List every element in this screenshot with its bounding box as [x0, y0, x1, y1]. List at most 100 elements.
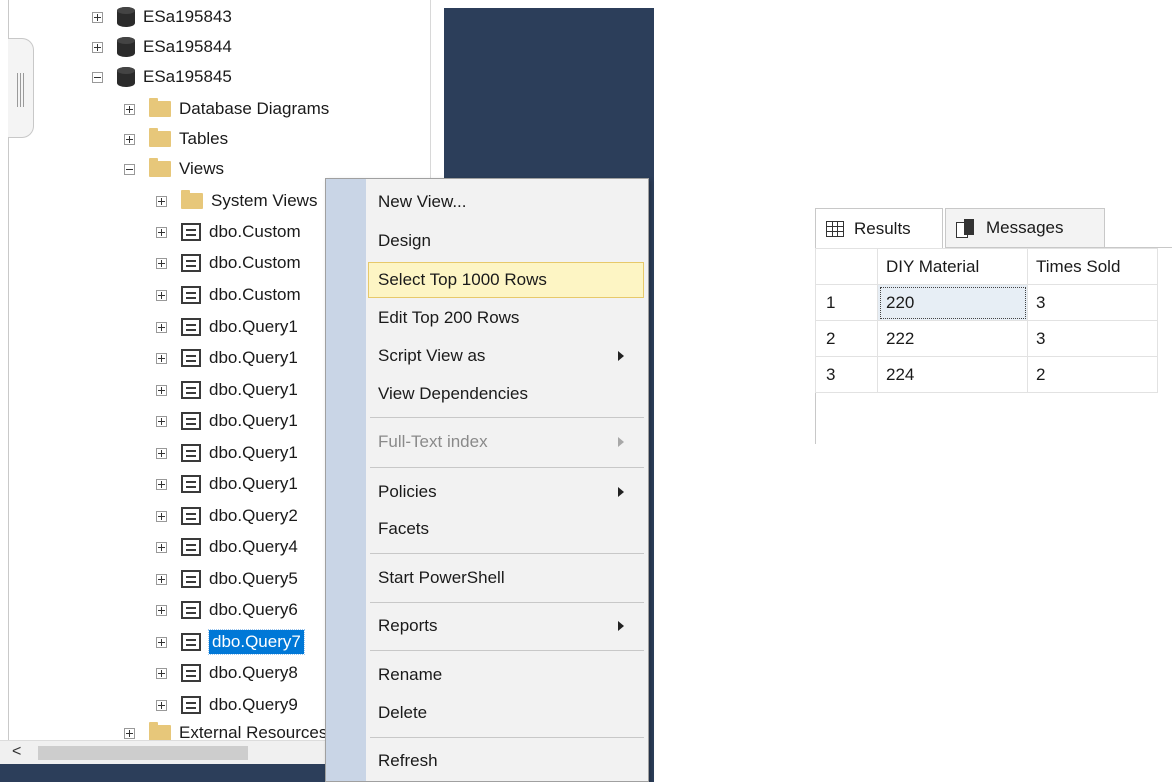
tree-node-view[interactable]: dbo.Custom — [156, 217, 301, 247]
tree-node-label: dbo.Query5 — [209, 569, 298, 588]
menu-item-facets[interactable]: Facets — [378, 514, 640, 544]
expand-icon[interactable] — [156, 352, 167, 364]
menu-separator — [370, 602, 644, 603]
expand-icon[interactable] — [156, 384, 167, 396]
expand-icon[interactable] — [156, 510, 167, 522]
column-header[interactable]: DIY Material — [877, 248, 1028, 285]
expand-icon[interactable] — [156, 636, 167, 648]
expand-icon[interactable] — [92, 41, 103, 53]
expand-icon[interactable] — [156, 447, 167, 459]
menu-item-label: Full-Text index — [378, 432, 488, 451]
grid-cell[interactable]: 220 — [877, 284, 1028, 321]
tree-node-view[interactable]: dbo.Query9 — [156, 690, 298, 720]
expand-icon[interactable] — [156, 604, 167, 616]
menu-icon-gutter — [326, 179, 366, 781]
menu-item-new-view[interactable]: New View... — [378, 187, 640, 217]
view-icon — [181, 570, 201, 588]
expand-icon[interactable] — [156, 195, 167, 207]
expand-icon[interactable] — [156, 226, 167, 238]
expand-icon[interactable] — [156, 667, 167, 679]
expand-icon[interactable] — [124, 103, 135, 115]
menu-item-design[interactable]: Design — [378, 226, 640, 256]
folder-icon — [149, 128, 171, 147]
expand-icon[interactable] — [124, 133, 135, 145]
menu-item-script-view-as[interactable]: Script View as — [378, 341, 640, 371]
table-row: 2 222 3 — [815, 320, 1158, 357]
collapse-icon[interactable] — [124, 163, 135, 175]
tree-node-label: ESa195845 — [143, 67, 232, 86]
tree-node-view[interactable]: dbo.Query4 — [156, 532, 298, 562]
tree-node-label: dbo.Query1 — [209, 348, 298, 367]
expand-icon[interactable] — [156, 415, 167, 427]
database-icon — [117, 7, 135, 27]
expand-icon[interactable] — [92, 11, 103, 23]
menu-item-view-dependencies[interactable]: View Dependencies — [378, 379, 640, 409]
context-menu: New View... Design Select Top 1000 Rows … — [325, 178, 649, 782]
row-number[interactable]: 2 — [815, 320, 878, 357]
tab-messages[interactable]: Messages — [945, 208, 1105, 248]
tree-node-view[interactable]: dbo.Query1 — [156, 438, 298, 468]
tree-node-view[interactable]: dbo.Query1 — [156, 312, 298, 342]
tree-node-view[interactable]: dbo.Query5 — [156, 564, 298, 594]
expand-icon[interactable] — [124, 727, 135, 739]
tree-node-label: ESa195844 — [143, 37, 232, 56]
grid-cell[interactable]: 2 — [1027, 356, 1158, 393]
tree-node-database[interactable]: ESa195845 — [92, 62, 232, 92]
view-icon — [181, 254, 201, 272]
grid-icon — [826, 220, 844, 237]
tree-node-label: dbo.Custom — [209, 285, 301, 304]
view-icon — [181, 286, 201, 304]
expand-icon[interactable] — [156, 541, 167, 553]
expand-icon[interactable] — [156, 289, 167, 301]
tree-node-view[interactable]: dbo.Query2 — [156, 501, 298, 531]
tree-node-view[interactable]: dbo.Custom — [156, 248, 301, 278]
menu-item-select-top-1000[interactable]: Select Top 1000 Rows — [378, 265, 640, 295]
menu-item-rename[interactable]: Rename — [378, 660, 640, 690]
expand-icon[interactable] — [156, 257, 167, 269]
folder-icon — [181, 190, 203, 209]
expand-icon[interactable] — [156, 478, 167, 490]
expand-icon[interactable] — [156, 321, 167, 333]
table-row: 3 224 2 — [815, 356, 1158, 393]
menu-item-delete[interactable]: Delete — [378, 698, 640, 728]
grid-cell[interactable]: 3 — [1027, 284, 1158, 321]
menu-separator — [370, 553, 644, 554]
tree-node-view[interactable]: dbo.Query1 — [156, 375, 298, 405]
tree-node-view-selected[interactable]: dbo.Query7 — [156, 627, 305, 657]
tree-node-view[interactable]: dbo.Query6 — [156, 595, 298, 625]
tree-node-view[interactable]: dbo.Custom — [156, 280, 301, 310]
tree-node-database[interactable]: ESa195843 — [92, 2, 232, 32]
tree-node-view[interactable]: dbo.Query1 — [156, 469, 298, 499]
scrollbar-thumb[interactable] — [38, 746, 248, 760]
row-number[interactable]: 1 — [815, 284, 878, 321]
expand-icon[interactable] — [156, 699, 167, 711]
expand-icon[interactable] — [156, 573, 167, 585]
grid-cell[interactable]: 3 — [1027, 320, 1158, 357]
row-number[interactable]: 3 — [815, 356, 878, 393]
menu-item-policies[interactable]: Policies — [378, 477, 640, 507]
menu-item-edit-top-200[interactable]: Edit Top 200 Rows — [378, 303, 640, 333]
grid-cell[interactable]: 222 — [877, 320, 1028, 357]
collapse-icon[interactable] — [92, 71, 103, 83]
tree-node-view[interactable]: dbo.Query1 — [156, 406, 298, 436]
panel-grip-handle[interactable] — [8, 38, 34, 138]
row-number-header[interactable] — [815, 248, 878, 285]
table-row: 1 220 3 — [815, 284, 1158, 321]
menu-separator — [370, 650, 644, 651]
menu-item-reports[interactable]: Reports — [378, 611, 640, 641]
tree-node-view[interactable]: dbo.Query8 — [156, 658, 298, 688]
view-icon — [181, 601, 201, 619]
tree-node-database-diagrams[interactable]: Database Diagrams — [124, 94, 329, 124]
menu-item-start-powershell[interactable]: Start PowerShell — [378, 563, 640, 593]
tree-node-views[interactable]: Views — [124, 154, 224, 184]
tree-node-tables[interactable]: Tables — [124, 124, 228, 154]
scroll-left-icon[interactable]: < — [12, 743, 21, 761]
tab-results[interactable]: Results — [815, 208, 943, 248]
tree-node-system-views[interactable]: System Views — [156, 186, 317, 216]
tree-node-view[interactable]: dbo.Query1 — [156, 343, 298, 373]
view-icon — [181, 475, 201, 493]
tree-node-database[interactable]: ESa195844 — [92, 32, 232, 62]
column-header[interactable]: Times Sold — [1027, 248, 1158, 285]
menu-item-refresh[interactable]: Refresh — [378, 746, 640, 776]
grid-cell[interactable]: 224 — [877, 356, 1028, 393]
